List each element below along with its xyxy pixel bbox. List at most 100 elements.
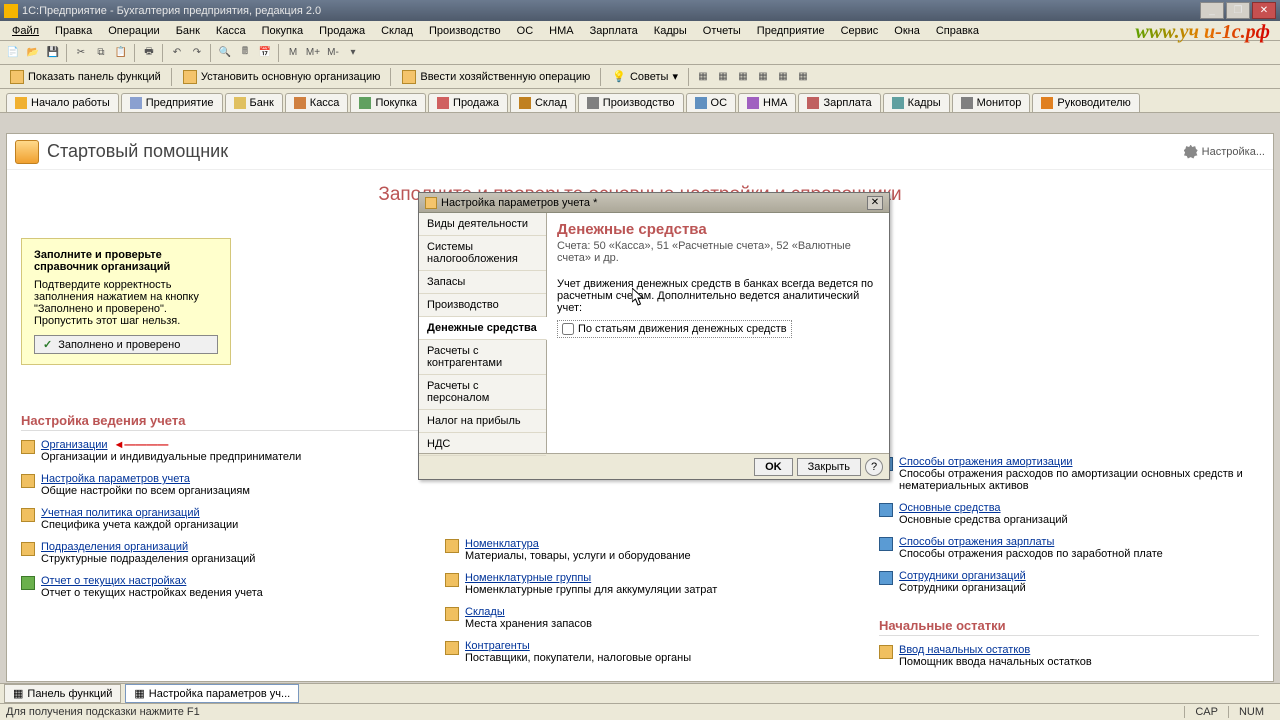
tab-0[interactable]: Начало работы — [6, 93, 119, 112]
menu-nma[interactable]: НМА — [543, 23, 579, 39]
tb-show-panel[interactable]: Показать панель функций — [4, 68, 167, 86]
tb-dropdown-icon[interactable]: ▾ — [344, 44, 362, 62]
close-dialog-button[interactable]: Закрыть — [797, 458, 861, 476]
dialog-tab-8[interactable]: НДС — [419, 433, 546, 456]
menu-cash[interactable]: Касса — [210, 23, 252, 39]
tb-extra1-icon[interactable]: ▦ — [694, 68, 712, 86]
tb-extra2-icon[interactable]: ▦ — [714, 68, 732, 86]
menu-bank[interactable]: Банк — [170, 23, 206, 39]
dialog-close-button[interactable]: ✕ — [867, 196, 883, 210]
tab-7[interactable]: Производство — [578, 93, 684, 112]
tab-1[interactable]: Предприятие — [121, 93, 223, 112]
link-initial-balances[interactable]: Ввод начальных остатков — [899, 644, 1030, 656]
menu-enterprise[interactable]: Предприятие — [751, 23, 831, 39]
tb-zoom-icon[interactable]: 🔍 — [216, 44, 234, 62]
tab-10[interactable]: Зарплата — [798, 93, 880, 112]
tb-calendar-icon[interactable]: 📅 — [256, 44, 274, 62]
restore-button[interactable]: ❐ — [1226, 2, 1250, 19]
tab-5[interactable]: Продажа — [428, 93, 508, 112]
tb-print-icon[interactable]: 🖶 — [140, 44, 158, 62]
menu-operations[interactable]: Операции — [102, 23, 165, 39]
tab-4[interactable]: Покупка — [350, 93, 426, 112]
tab-6[interactable]: Склад — [510, 93, 576, 112]
tb-new-icon[interactable]: 📄 — [4, 44, 22, 62]
dialog-tab-3[interactable]: Производство — [419, 294, 546, 317]
item-link[interactable]: Способы отражения амортизации — [899, 456, 1073, 468]
item-link[interactable]: Учетная политика организаций — [41, 507, 200, 519]
dialog-tab-2[interactable]: Запасы — [419, 271, 546, 294]
tb-extra3-icon[interactable]: ▦ — [734, 68, 752, 86]
menu-sale[interactable]: Продажа — [313, 23, 371, 39]
item-link[interactable]: Склады — [465, 606, 505, 618]
item-link[interactable]: Подразделения организаций — [41, 541, 188, 553]
checkbox-row[interactable]: По статьям движения денежных средств — [557, 320, 792, 338]
tb-copy-icon[interactable]: ⧉ — [92, 44, 110, 62]
menu-windows[interactable]: Окна — [888, 23, 926, 39]
menu-reports[interactable]: Отчеты — [697, 23, 747, 39]
ok-button[interactable]: OK — [754, 458, 793, 476]
tb-cut-icon[interactable]: ✂ — [72, 44, 90, 62]
dialog-titlebar[interactable]: Настройка параметров учета * ✕ — [419, 193, 889, 213]
tb-enter-op[interactable]: Ввести хозяйственную операцию — [396, 68, 596, 86]
tb-calc-icon[interactable]: 🖩 — [236, 44, 254, 62]
menu-purchase[interactable]: Покупка — [256, 23, 310, 39]
menu-service[interactable]: Сервис — [835, 23, 885, 39]
menu-help[interactable]: Справка — [930, 23, 985, 39]
item-link[interactable]: Сотрудники организаций — [899, 570, 1026, 582]
dialog-tab-0[interactable]: Виды деятельности — [419, 213, 546, 236]
taskbar-settings-button[interactable]: ▦Настройка параметров уч... — [125, 684, 299, 703]
item-link[interactable]: Контрагенты — [465, 640, 530, 652]
tab-3[interactable]: Касса — [285, 93, 349, 112]
menu-warehouse[interactable]: Склад — [375, 23, 419, 39]
tab-11[interactable]: Кадры — [883, 93, 950, 112]
tb-extra6-icon[interactable]: ▦ — [794, 68, 812, 86]
menu-salary[interactable]: Зарплата — [584, 23, 644, 39]
minimize-button[interactable]: _ — [1200, 2, 1224, 19]
menu-file[interactable]: Файл — [6, 23, 45, 39]
dialog-tab-7[interactable]: Налог на прибыль — [419, 410, 546, 433]
item-link[interactable]: Основные средства — [899, 502, 1001, 514]
dialog-side-tabs: Виды деятельностиСистемы налогообложения… — [419, 213, 547, 453]
tb-m-icon[interactable]: M — [284, 44, 302, 62]
cash-flow-checkbox[interactable] — [562, 323, 574, 335]
menu-os[interactable]: ОС — [511, 23, 540, 39]
tab-8[interactable]: ОС — [686, 93, 737, 112]
tab-2[interactable]: Банк — [225, 93, 283, 112]
item-link[interactable]: Номенклатурные группы — [465, 572, 591, 584]
tb-undo-icon[interactable]: ↶ — [168, 44, 186, 62]
tb-tips[interactable]: 💡Советы▾ — [606, 68, 684, 85]
tb-open-icon[interactable]: 📂 — [24, 44, 42, 62]
menu-edit[interactable]: Правка — [49, 23, 98, 39]
item-link[interactable]: Номенклатура — [465, 538, 539, 550]
tab-13[interactable]: Руководителю — [1032, 93, 1139, 112]
tb-mplus-icon[interactable]: M+ — [304, 44, 322, 62]
item-link[interactable]: Настройка параметров учета — [41, 473, 190, 485]
item-desc: Материалы, товары, услуги и оборудование — [465, 550, 691, 562]
tb-set-org[interactable]: Установить основную организацию — [177, 68, 387, 86]
tb-save-icon[interactable]: 💾 — [44, 44, 62, 62]
settings-link[interactable]: Настройка... — [1184, 145, 1265, 159]
tab-9[interactable]: НМА — [738, 93, 796, 112]
tb-paste-icon[interactable]: 📋 — [112, 44, 130, 62]
tb-extra4-icon[interactable]: ▦ — [754, 68, 772, 86]
item-link[interactable]: Отчет о текущих настройках — [41, 575, 186, 587]
tab-12[interactable]: Монитор — [952, 93, 1031, 112]
doc-icon — [879, 503, 893, 517]
menu-hr[interactable]: Кадры — [648, 23, 693, 39]
dialog-tab-6[interactable]: Расчеты с персоналом — [419, 375, 546, 410]
item-desc: Места хранения запасов — [465, 618, 592, 630]
tab-label: Производство — [603, 97, 675, 109]
dialog-tab-1[interactable]: Системы налогообложения — [419, 236, 546, 271]
close-button[interactable]: ✕ — [1252, 2, 1276, 19]
taskbar-panel-button[interactable]: ▦Панель функций — [4, 684, 121, 703]
tb-extra5-icon[interactable]: ▦ — [774, 68, 792, 86]
dialog-tab-4[interactable]: Денежные средства — [419, 317, 547, 340]
dialog-tab-5[interactable]: Расчеты с контрагентами — [419, 340, 546, 375]
tb-redo-icon[interactable]: ↷ — [188, 44, 206, 62]
menu-production[interactable]: Производство — [423, 23, 507, 39]
item-link[interactable]: Способы отражения зарплаты — [899, 536, 1054, 548]
help-button[interactable]: ? — [865, 458, 883, 476]
item-link[interactable]: Организации — [41, 439, 108, 451]
tb-mminus-icon[interactable]: M- — [324, 44, 342, 62]
confirm-button[interactable]: ✓Заполнено и проверено — [34, 335, 218, 354]
